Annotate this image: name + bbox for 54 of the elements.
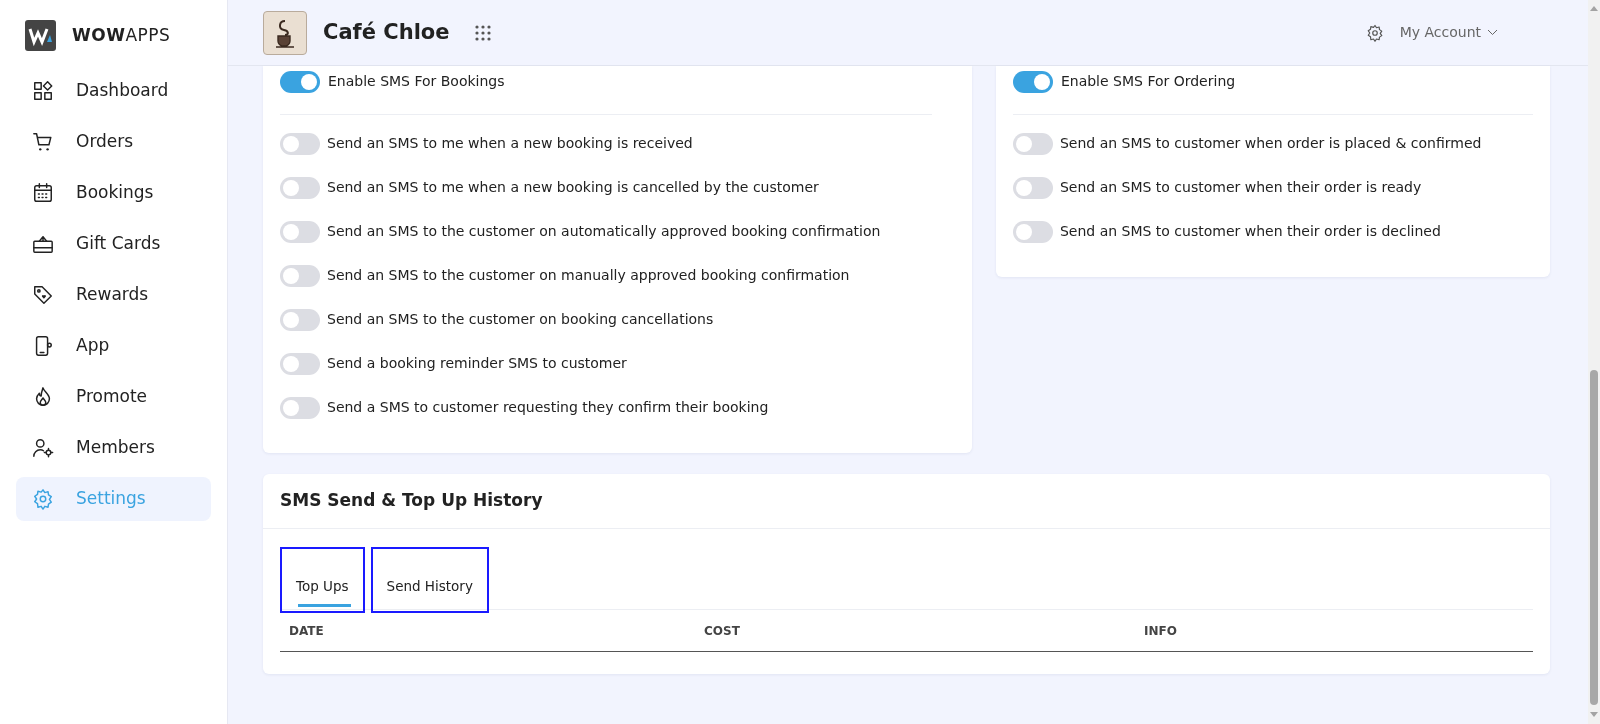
toggle-switch[interactable] [280,397,320,419]
sidebar-item[interactable]: Rewards [16,273,211,317]
members-icon [32,437,54,459]
logo-icon [25,20,56,51]
toggle-switch[interactable] [280,70,320,93]
apps-grid-icon[interactable] [473,23,492,42]
toggle-label: Send a booking reminder SMS to customer [327,354,627,373]
toggle-label: Send an SMS to customer when order is placed & confirmed [1059,134,1482,153]
sidebar-item[interactable]: Dashboard [16,69,211,113]
grid-icon [32,80,54,102]
toggle-switch[interactable] [1012,221,1053,243]
account-menu[interactable]: My Account [1365,22,1498,43]
tab[interactable]: Send History [370,546,489,613]
scrollbar[interactable] [1588,0,1600,724]
cart-icon [32,131,54,153]
brand-name: WOWAPPS [72,23,171,47]
toggle-switch[interactable] [280,353,320,375]
cafe-logo [263,10,307,55]
gift-icon [32,233,54,255]
settings-icon [1365,23,1384,42]
toggle-switch[interactable] [1012,133,1053,155]
sidebar-item[interactable]: Orders [16,120,211,164]
tab[interactable]: Top Ups [280,546,365,613]
toggle-label: Enable SMS For Bookings [328,72,505,91]
toggle-switch[interactable] [280,265,320,287]
tag-icon [32,284,54,306]
sidebar-item[interactable]: App [16,324,211,368]
toggle-switch[interactable] [280,133,320,155]
toggle-switch[interactable] [280,177,320,199]
column-header: COST [704,623,740,638]
settings-icon [32,488,54,510]
toggle-label: Send a SMS to customer requesting they confirm their booking [327,398,769,417]
column-header: INFO [1144,623,1177,638]
toggle-label: Send an SMS to customer when their order is declined [1059,222,1441,241]
calendar-icon [32,182,54,204]
section-title: SMS Send & Top Up History [263,474,1550,529]
toggle-label: Send an SMS to the customer on booking cancellations [327,310,714,329]
toggle-switch[interactable] [280,309,320,331]
toggle-switch[interactable] [1012,177,1053,199]
sidebar-item[interactable]: Bookings [16,171,211,215]
sidebar-item[interactable]: Gift Cards [16,222,211,266]
toggle-switch[interactable] [1012,70,1053,93]
toggle-label: Send an SMS to the customer on manually approved booking confirmation [327,266,850,285]
chevron-down-icon [1487,29,1498,36]
business-name: Café Chloe [323,18,450,46]
toggle-label: Enable SMS For Ordering [1060,72,1236,91]
sidebar-item[interactable]: Promote [16,375,211,419]
toggle-label: Send an SMS to me when a new booking is received [327,134,693,153]
toggle-label: Send an SMS to the customer on automatically approved booking confirmation [327,222,881,241]
toggle-switch[interactable] [280,221,320,243]
sidebar-item[interactable]: Members [16,426,211,470]
toggle-label: Send an SMS to me when a new booking is cancelled by the customer [327,178,819,197]
toggle-label: Send an SMS to customer when their order is ready [1059,178,1422,197]
column-header: DATE [289,623,324,638]
